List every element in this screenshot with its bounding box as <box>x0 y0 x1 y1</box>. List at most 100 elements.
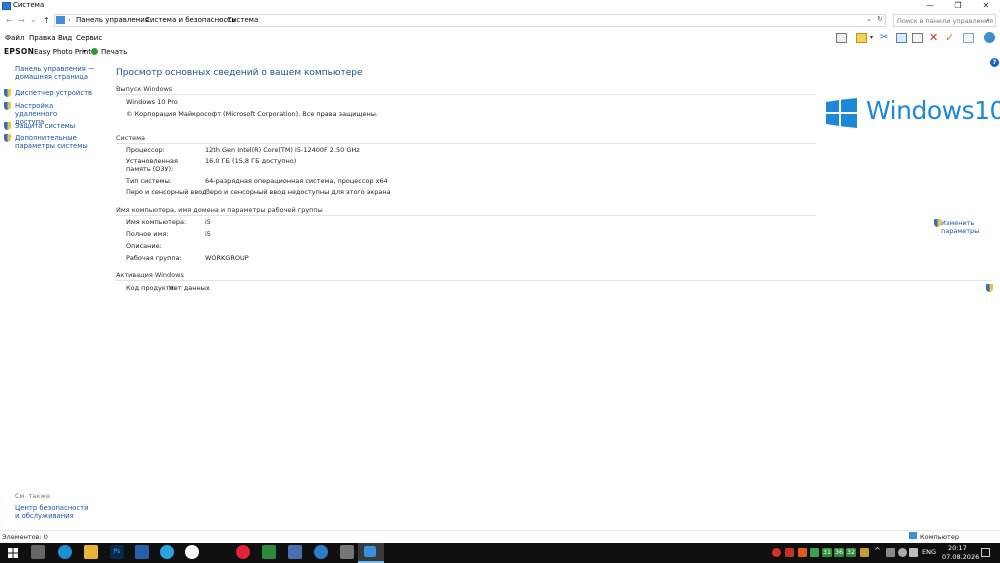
system-type-label: Тип системы: <box>126 177 172 185</box>
app-tray-icon[interactable] <box>798 548 807 557</box>
photoshop-icon[interactable]: Ps <box>110 545 124 559</box>
youtube-tray-icon[interactable] <box>785 548 794 557</box>
layout-icon[interactable] <box>836 33 847 43</box>
note-icon[interactable] <box>856 33 867 43</box>
shield-icon <box>4 102 11 110</box>
window-title: Система <box>13 1 45 9</box>
memory-label: Установленная память (ОЗУ): <box>126 157 178 173</box>
yandex-browser-icon[interactable] <box>185 545 199 559</box>
delete-icon[interactable]: ✕ <box>929 31 938 44</box>
pen-touch-value: Перо и сенсорный ввод недоступны для это… <box>205 188 391 196</box>
globe-icon[interactable] <box>984 32 995 43</box>
breadcrumb-system[interactable]: Система <box>227 16 258 24</box>
file-explorer-icon[interactable] <box>84 545 98 559</box>
refresh-icon[interactable]: ↻ <box>877 15 883 23</box>
windows-logo-icon <box>826 98 857 128</box>
processor-label: Процессор: <box>126 146 165 154</box>
print-icon[interactable] <box>91 48 98 55</box>
change-settings-link[interactable]: Изменить параметры <box>941 219 983 235</box>
volume-icon[interactable] <box>898 548 907 557</box>
shield-icon <box>934 219 941 227</box>
shield-icon <box>4 122 11 130</box>
sidebar-item-device-manager[interactable]: Диспетчер устройств <box>15 89 92 97</box>
shield-app-icon[interactable] <box>288 545 302 559</box>
copyright-text: © Корпорация Майкрософт (Microsoft Corpo… <box>126 110 378 118</box>
image-app-icon[interactable] <box>262 545 276 559</box>
temp-tray-2[interactable]: 36 <box>834 548 844 557</box>
edge-icon[interactable] <box>58 545 72 559</box>
show-hidden-icons[interactable]: ^ <box>874 546 881 555</box>
task-view-icon[interactable] <box>31 545 45 559</box>
search-icon[interactable]: ⌕ <box>986 16 990 25</box>
pinterest-icon[interactable] <box>236 545 250 559</box>
start-icon[interactable] <box>8 548 18 558</box>
forward-button[interactable]: → <box>18 16 25 25</box>
notifications-icon[interactable] <box>981 548 990 557</box>
breadcrumb-separator: › <box>68 16 71 24</box>
workgroup-label: Рабочая группа: <box>126 254 182 262</box>
clock-date[interactable]: 07.08.2026 <box>942 553 979 561</box>
menu-edit[interactable]: Правка <box>29 34 56 42</box>
print-button[interactable]: Печать <box>101 48 127 56</box>
shield-icon <box>4 89 11 97</box>
see-also-heading: См. также <box>15 492 51 500</box>
menu-file[interactable]: Файл <box>5 34 24 42</box>
shield-icon <box>4 134 11 142</box>
computer-icon <box>909 532 917 539</box>
divider <box>116 280 992 281</box>
sidebar-item-advanced-settings[interactable]: Дополнительные параметры системы <box>15 134 105 150</box>
close-button[interactable]: ✕ <box>972 0 1000 12</box>
clock-time[interactable]: 20:17 <box>948 544 967 552</box>
windows-10-wordmark: Windows10 <box>866 96 1000 125</box>
item-count: Элементов: 0 <box>2 533 48 541</box>
yandex-tray-icon[interactable] <box>772 548 781 557</box>
tray-icon[interactable] <box>860 548 869 557</box>
green-tray-icon[interactable] <box>810 548 819 557</box>
help-icon[interactable]: ? <box>990 58 999 67</box>
sidebar-home-link[interactable]: Панель управления — домашняя страница <box>15 65 100 81</box>
temp-tray-1[interactable]: 31 <box>822 548 832 557</box>
back-button[interactable]: ← <box>6 16 13 25</box>
workgroup-value: WORKGROUP <box>205 254 249 262</box>
minimize-button[interactable]: — <box>916 0 944 12</box>
system-heading: Система <box>116 134 146 142</box>
menu-tools[interactable]: Сервис <box>76 34 102 42</box>
title-bar <box>0 0 1000 12</box>
display-icon[interactable] <box>909 548 918 557</box>
divider <box>116 94 816 95</box>
breadcrumb-separator: › <box>137 16 140 24</box>
browser-app-icon[interactable] <box>314 545 328 559</box>
page-title: Просмотр основных сведений о вашем компь… <box>116 68 363 78</box>
note-dropdown-icon[interactable]: ▾ <box>870 34 873 41</box>
system-type-value: 64-разрядная операционная система, проце… <box>205 177 388 185</box>
up-button[interactable]: ↑ <box>43 16 50 25</box>
pen-touch-label: Перо и сенсорный ввод: <box>126 188 209 196</box>
edition-name: Windows 10 Pro <box>126 98 178 106</box>
address-dropdown-icon[interactable]: ⌄ <box>866 15 872 23</box>
save-app-icon[interactable] <box>135 545 149 559</box>
sidebar-item-system-protection[interactable]: Защита системы <box>15 122 75 130</box>
menu-view[interactable]: Вид <box>58 34 72 42</box>
copy-icon[interactable] <box>896 33 907 43</box>
epson-dropdown-icon[interactable]: ▾ <box>83 48 86 55</box>
cut-icon[interactable]: ✂ <box>880 32 888 43</box>
maximize-button[interactable]: ❐ <box>944 0 972 12</box>
temp-tray-3[interactable]: 32 <box>846 548 856 557</box>
check-icon[interactable]: ✓ <box>945 31 954 44</box>
epson-logo: EPSON <box>4 47 35 56</box>
mail-icon[interactable] <box>963 33 974 43</box>
telegram-icon[interactable] <box>160 545 174 559</box>
system-app-icon <box>364 546 376 557</box>
recent-locations-button[interactable]: ⌄ <box>30 15 37 24</box>
utility-app-icon[interactable] <box>340 545 354 559</box>
paste-icon[interactable] <box>912 33 923 43</box>
control-panel-icon <box>56 16 65 24</box>
language-indicator[interactable]: ENG <box>922 548 936 556</box>
status-bar <box>0 530 1000 544</box>
processor-value: 12th Gen Intel(R) Core(TM) i5-12400F 2.5… <box>205 146 360 154</box>
security-maintenance-link[interactable]: Центр безопасности и обслуживания <box>15 504 95 520</box>
memory-value: 16,0 ГБ (15,8 ГБ доступно) <box>205 157 297 165</box>
network-icon[interactable] <box>886 548 895 557</box>
shield-icon <box>986 284 993 292</box>
computer-name-label: Имя компьютера: <box>126 218 187 226</box>
